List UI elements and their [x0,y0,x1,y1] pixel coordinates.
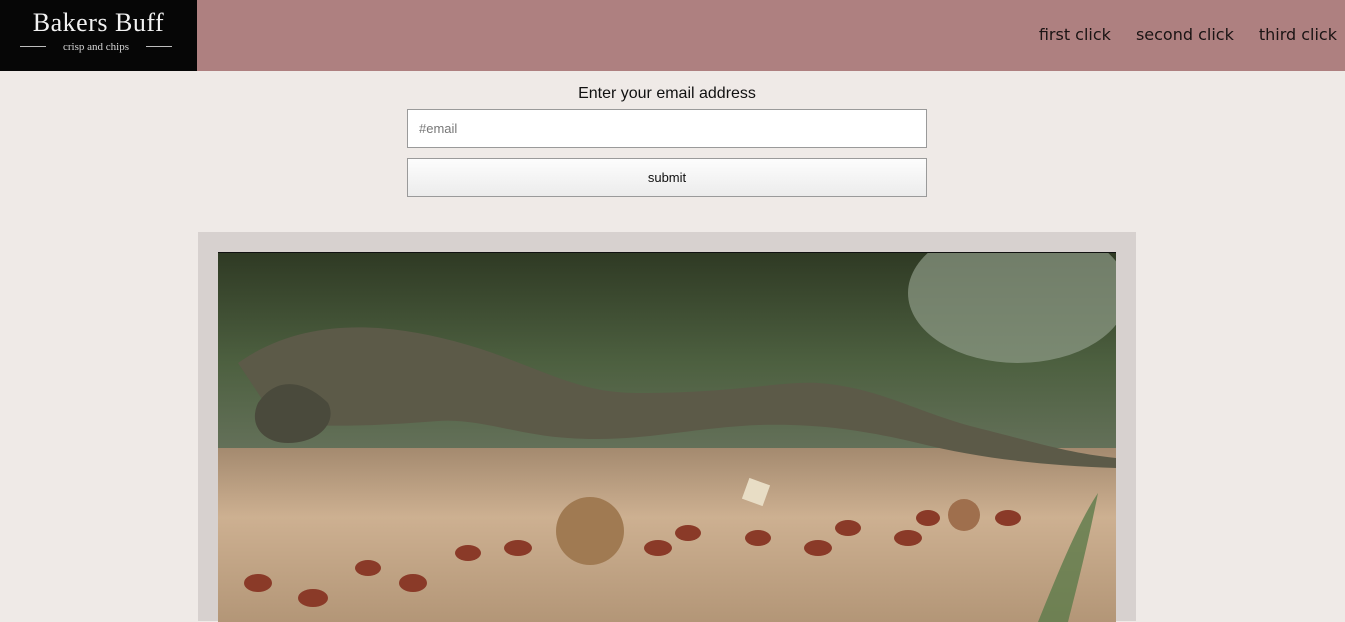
nav-first-click[interactable]: first click [1039,22,1111,48]
nav-third-click[interactable]: third click [1259,22,1337,48]
logo-divider-left [20,46,46,47]
email-label: Enter your email address [578,85,756,102]
logo-title: Bakers Buff [32,8,165,37]
main-nav: first click second click third click [1039,22,1337,48]
seed-small [948,499,980,531]
seed [556,497,624,565]
email-input[interactable] [407,109,927,148]
ground [218,448,1116,622]
video-panel [198,232,1136,622]
site-header: Bakers Buff crisp and chips first click … [0,0,1345,71]
logo-divider-right [146,46,172,47]
logo-tagline-row: crisp and chips [20,39,172,55]
nav-second-click[interactable]: second click [1136,22,1234,48]
submit-button[interactable]: submit [407,158,927,197]
logo[interactable]: Bakers Buff crisp and chips [0,0,197,71]
logo-tagline: crisp and chips [63,41,129,53]
video-frame-illustration [218,253,1116,622]
video-player[interactable] [218,252,1116,622]
